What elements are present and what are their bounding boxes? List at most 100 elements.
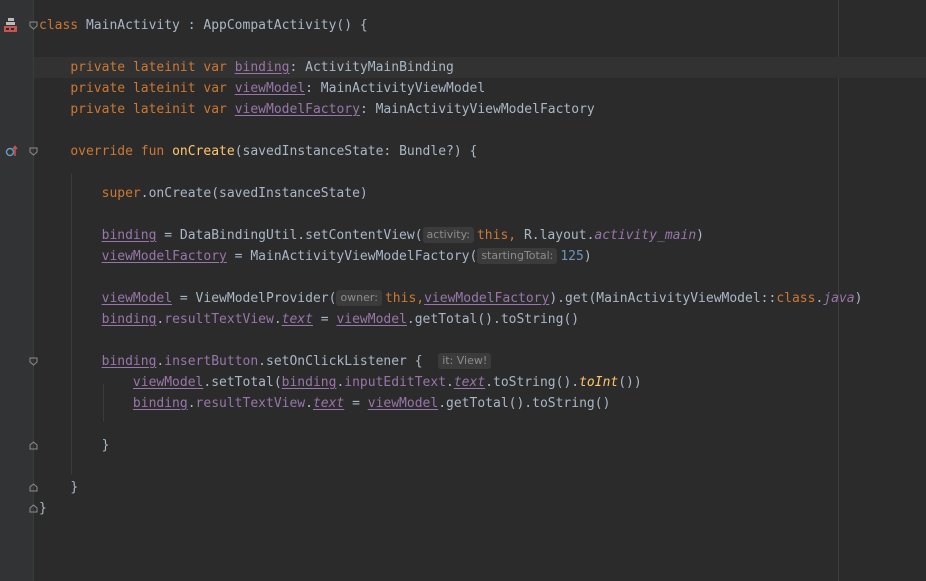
parameter-hint: startingTotal: <box>477 248 558 264</box>
keyword: var <box>203 102 227 117</box>
fold-end-icon[interactable] <box>29 441 38 450</box>
code-text: . <box>273 312 282 327</box>
number-literal: 125 <box>560 249 584 264</box>
function-name: onCreate <box>172 144 235 159</box>
property-name: viewModelFactory <box>234 102 360 117</box>
code-text: = <box>312 312 337 327</box>
lambda-hint: it: View! <box>438 353 492 369</box>
code-line[interactable]: } <box>39 498 47 519</box>
keyword: class <box>39 18 79 33</box>
code-text: .setTotal( <box>203 375 282 390</box>
property-name: binding <box>101 228 157 243</box>
code-text: . <box>305 396 313 411</box>
keyword: var <box>203 81 227 96</box>
code-text: .getTotal().toString() <box>438 396 611 411</box>
closing-brace: } <box>39 501 47 516</box>
code-line[interactable]: private lateinit var viewModelFactory: M… <box>39 99 595 120</box>
code-text: ()) <box>618 375 642 390</box>
android-activity-icon[interactable] <box>3 17 18 37</box>
static-field: activity_main <box>594 228 697 243</box>
code-text: (savedInstanceState: Bundle?) { <box>234 144 478 159</box>
code-line[interactable]: viewModel = ViewModelProvider(owner: this… <box>39 288 862 309</box>
code-text: = ViewModelProvider( <box>172 291 337 306</box>
keyword: private <box>70 102 126 117</box>
fold-end-icon[interactable] <box>29 504 38 513</box>
synthetic-property: text <box>453 375 486 390</box>
code-line[interactable]: override fun onCreate(savedInstanceState… <box>39 141 477 162</box>
code-line[interactable]: binding.resultTextView.text = viewModel.… <box>39 309 579 330</box>
code-text: ) <box>696 228 704 243</box>
code-line[interactable]: } <box>39 435 110 456</box>
code-text: .setOnClickListener { <box>258 354 423 369</box>
synthetic-property: text <box>312 396 345 411</box>
code-text: .toString(). <box>485 375 580 390</box>
keyword: override <box>70 144 133 159</box>
property-name: viewModelFactory <box>101 249 227 264</box>
code-text: : ActivityMainBinding <box>289 60 454 75</box>
code-line[interactable]: viewModel.setTotal(binding.inputEditText… <box>39 372 642 393</box>
keyword: fun <box>140 144 165 159</box>
keyword: lateinit <box>132 102 196 117</box>
code-text: ).get(MainActivityViewModel:: <box>549 291 777 306</box>
property-name: viewModel <box>234 81 306 96</box>
fold-collapse-icon[interactable] <box>29 357 38 366</box>
property-name: inputEditText <box>344 375 447 390</box>
code-text: = <box>344 396 368 411</box>
property-name: binding <box>281 375 337 390</box>
code-text: ) <box>583 249 592 264</box>
property-name: binding <box>234 60 290 75</box>
property-name: viewModelFactory <box>424 291 550 306</box>
override-method-icon[interactable] <box>5 144 19 162</box>
code-line[interactable]: binding.insertButton.setOnClickListener … <box>39 351 494 372</box>
property-name: viewModel <box>336 312 407 327</box>
keyword: lateinit <box>132 81 196 96</box>
property-name: binding <box>101 312 157 327</box>
synthetic-property: text <box>281 312 313 327</box>
keyword: private <box>70 60 126 75</box>
code-text: .getTotal().toString() <box>406 312 580 327</box>
code-line[interactable]: private lateinit var viewModel: MainActi… <box>39 78 485 99</box>
code-text: ) <box>854 291 863 306</box>
property-name: resultTextView <box>195 396 306 411</box>
editor-gutter[interactable] <box>0 0 33 581</box>
property-name: viewModel <box>132 375 204 390</box>
code-text: .onCreate(savedInstanceState) <box>140 186 368 201</box>
keyword: class <box>776 291 816 306</box>
code-line[interactable]: class MainActivity : AppCompatActivity()… <box>39 15 368 36</box>
code-text: R.layout. <box>516 228 595 243</box>
closing-brace: } <box>101 438 110 453</box>
property-name: binding <box>101 354 157 369</box>
extension-function: toInt <box>579 375 619 390</box>
extension-property: java <box>823 291 855 306</box>
property-name: viewModel <box>101 291 173 306</box>
code-text: : MainActivityViewModel <box>305 81 486 96</box>
property-name: binding <box>132 396 188 411</box>
property-name: resultTextView <box>164 312 274 327</box>
fold-collapse-icon[interactable] <box>29 21 38 30</box>
code-line[interactable]: super.onCreate(savedInstanceState) <box>39 183 368 204</box>
keyword: super <box>101 186 141 201</box>
keyword: this, <box>476 228 517 243</box>
code-text: : MainActivityViewModelFactory <box>359 102 595 117</box>
keyword: var <box>203 60 227 75</box>
gutter-divider <box>33 0 34 581</box>
code-line[interactable]: binding.resultTextView.text = viewModel.… <box>39 393 610 414</box>
code-line[interactable]: } <box>39 477 78 498</box>
property-name: insertButton <box>164 354 259 369</box>
closing-brace: } <box>70 480 79 495</box>
keyword: lateinit <box>132 60 196 75</box>
code-line[interactable]: private lateinit var binding: ActivityMa… <box>39 57 454 78</box>
fold-collapse-icon[interactable] <box>29 147 38 156</box>
code-editor[interactable]: class MainActivity : AppCompatActivity()… <box>0 0 926 581</box>
code-text: . <box>187 396 196 411</box>
property-name: viewModel <box>367 396 439 411</box>
code-text: . <box>446 375 454 390</box>
code-line[interactable]: viewModelFactory = MainActivityViewModel… <box>39 246 592 267</box>
parameter-hint: owner: <box>336 290 382 306</box>
fold-end-icon[interactable] <box>29 483 38 492</box>
code-line[interactable]: binding = DataBindingUtil.setContentView… <box>39 225 704 246</box>
code-text: = DataBindingUtil.setContentView( <box>156 228 423 243</box>
code-text: MainActivity : AppCompatActivity() { <box>78 18 368 33</box>
parameter-hint: activity: <box>422 227 474 243</box>
keyword: this, <box>384 291 425 306</box>
